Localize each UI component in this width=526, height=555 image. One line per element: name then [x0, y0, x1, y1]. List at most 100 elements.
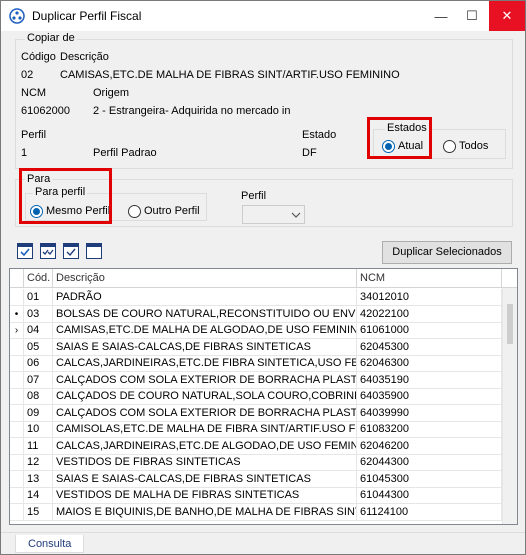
cell-ncm: 34012010: [357, 289, 502, 306]
copiar-de-label: Copiar de: [25, 32, 77, 44]
row-indicator: [10, 388, 24, 405]
perfil-name: Perfil Padrao: [93, 147, 157, 159]
check-one-icon[interactable]: [63, 243, 79, 259]
cell-cod: 06: [24, 355, 53, 372]
table-row[interactable]: 14 VESTIDOS DE MALHA DE FIBRAS SINTETICAS…: [10, 487, 502, 504]
table-row[interactable]: • 03 BOLSAS DE COURO NATURAL,RECONSTITUIDO…: [10, 305, 502, 323]
cell-descricao: VESTIDOS DE MALHA DE FIBRAS SINTETICAS: [53, 487, 357, 504]
minimize-button[interactable]: —: [426, 1, 456, 31]
cell-cod: 12: [24, 454, 53, 471]
outro-perfil-label[interactable]: Outro Perfil: [144, 205, 200, 217]
codigo-label: Código: [21, 51, 56, 63]
perfil-combo[interactable]: [242, 205, 305, 224]
perfis-grid: Cód. Descrição NCM 01 PADRÃO 34012010 • 03 BO…: [9, 268, 518, 525]
estado-value: DF: [302, 147, 317, 159]
status-bar: Consulta: [1, 532, 525, 554]
table-row[interactable]: 07 CALÇADOS COM SOLA EXTERIOR DE BORRACHA…: [10, 371, 502, 389]
cell-ncm: 64035900: [357, 388, 502, 405]
descricao-label: Descrição: [60, 51, 109, 63]
cell-descricao: CALCAS,JARDINEIRAS,ETC.DE ALGODAO,DE USO…: [53, 437, 357, 455]
estados-highlight: [367, 117, 432, 159]
duplicar-selecionados-button[interactable]: Duplicar Selecionados: [382, 241, 512, 264]
window-title: Duplicar Perfil Fiscal: [32, 9, 142, 23]
cell-ncm: 42022100: [357, 305, 502, 323]
cell-ncm: 61124100: [357, 503, 502, 521]
cell-descricao: CALCAS,JARDINEIRAS,ETC.DE FIBRA SINTETIC…: [53, 355, 357, 372]
uncheck-all-icon[interactable]: [86, 243, 102, 259]
origem-label: Origem: [93, 87, 130, 99]
para-perfil-combo-label: Perfil: [241, 190, 267, 202]
scrollbar-thumb[interactable]: [507, 304, 513, 344]
header-descricao[interactable]: Descrição: [53, 269, 357, 288]
cell-cod: 10: [24, 421, 53, 438]
row-indicator: [10, 371, 24, 389]
table-row[interactable]: 11 CALCAS,JARDINEIRAS,ETC.DE ALGODAO,DE U…: [10, 437, 502, 455]
cell-cod: 15: [24, 503, 53, 521]
table-row[interactable]: 06 CALCAS,JARDINEIRAS,ETC.DE FIBRA SINTET…: [10, 355, 502, 372]
todos-radio[interactable]: [443, 140, 456, 153]
cell-cod: 04: [24, 322, 53, 339]
grid-scrollbar[interactable]: [502, 288, 517, 524]
table-row[interactable]: 10 CAMISOLAS,ETC.DE MALHA DE FIBRA SINT/A…: [10, 421, 502, 438]
perfil-code: 1: [21, 147, 28, 159]
row-indicator: [10, 503, 24, 521]
row-indicator: [10, 421, 24, 438]
table-row[interactable]: 01 PADRÃO 34012010: [10, 289, 502, 306]
row-indicator: [10, 437, 24, 455]
todos-label[interactable]: Todos: [459, 140, 488, 152]
row-indicator: [10, 470, 24, 488]
cell-cod: 01: [24, 289, 53, 306]
cell-descricao: CALÇADOS COM SOLA EXTERIOR DE BORRACHA P…: [53, 371, 357, 389]
cell-descricao: SAIAS E SAIAS-CALCAS,DE FIBRAS SINTETICA…: [53, 470, 357, 488]
ncm-label: NCM: [21, 87, 47, 99]
check-selected-icon[interactable]: [40, 243, 56, 259]
cell-ncm: 62044300: [357, 454, 502, 471]
app-icon: [9, 8, 25, 24]
cell-ncm: 61061000: [357, 322, 502, 339]
cell-ncm: 61045300: [357, 470, 502, 488]
outro-perfil-radio[interactable]: [128, 205, 141, 218]
chevron-down-icon: [291, 212, 301, 218]
row-indicator: [10, 404, 24, 422]
row-indicator: [10, 338, 24, 356]
cell-ncm: 61044300: [357, 487, 502, 504]
table-row[interactable]: 05 SAIAS E SAIAS-CALCAS,DE FIBRAS SINTETI…: [10, 338, 502, 356]
perfil-label: Perfil: [21, 129, 47, 141]
cell-descricao: CALÇADOS COM SOLA EXTERIOR DE BORRACHA P…: [53, 404, 357, 422]
cell-cod: 07: [24, 371, 53, 389]
origem-value: 2 - Estrangeira- Adquirida no mercado in: [93, 105, 291, 117]
title-bar: Duplicar Perfil Fiscal — ☐ ✕: [1, 1, 525, 31]
check-all-icon[interactable]: [17, 243, 33, 259]
cell-cod: 09: [24, 404, 53, 422]
para-highlight: [19, 168, 112, 224]
cell-descricao: MAIOS E BIQUINIS,DE BANHO,DE MALHA DE FI…: [53, 503, 357, 521]
maximize-button[interactable]: ☐: [457, 1, 487, 31]
table-row[interactable]: 15 MAIOS E BIQUINIS,DE BANHO,DE MALHA DE …: [10, 503, 502, 521]
table-row[interactable]: 09 CALÇADOS COM SOLA EXTERIOR DE BORRACHA…: [10, 404, 502, 422]
row-indicator: •: [10, 305, 24, 323]
estado-label: Estado: [302, 129, 337, 141]
cell-descricao: CAMISOLAS,ETC.DE MALHA DE FIBRA SINT/ART…: [53, 421, 357, 438]
header-ncm[interactable]: NCM: [357, 269, 502, 288]
table-row[interactable]: 12 VESTIDOS DE FIBRAS SINTETICAS 62044300: [10, 454, 502, 471]
table-row[interactable]: 13 SAIAS E SAIAS-CALCAS,DE FIBRAS SINTETI…: [10, 470, 502, 488]
cell-ncm: 64035190: [357, 371, 502, 389]
table-row[interactable]: › 04 CAMISAS,ETC.DE MALHA DE ALGODAO,DE US…: [10, 322, 502, 339]
row-indicator: [10, 487, 24, 504]
header-cod[interactable]: Cód.: [24, 269, 53, 288]
cell-cod: 11: [24, 437, 53, 455]
cell-cod: 14: [24, 487, 53, 504]
cell-ncm: 62045300: [357, 338, 502, 356]
cell-ncm: 61083200: [357, 421, 502, 438]
cell-cod: 08: [24, 388, 53, 405]
cell-descricao: SAIAS E SAIAS-CALCAS,DE FIBRAS SINTETICA…: [53, 338, 357, 356]
row-indicator: ›: [10, 322, 24, 339]
close-button[interactable]: ✕: [489, 1, 525, 31]
cell-cod: 05: [24, 338, 53, 356]
header-indicator: [10, 269, 24, 288]
cell-cod: 13: [24, 470, 53, 488]
cell-descricao: CALÇADOS DE COURO NATURAL,SOLA COURO,COB…: [53, 388, 357, 405]
consulta-tab[interactable]: Consulta: [15, 535, 85, 553]
cell-descricao: CAMISAS,ETC.DE MALHA DE ALGODAO,DE USO F…: [53, 322, 357, 339]
table-row[interactable]: 08 CALÇADOS DE COURO NATURAL,SOLA COURO,C…: [10, 388, 502, 405]
